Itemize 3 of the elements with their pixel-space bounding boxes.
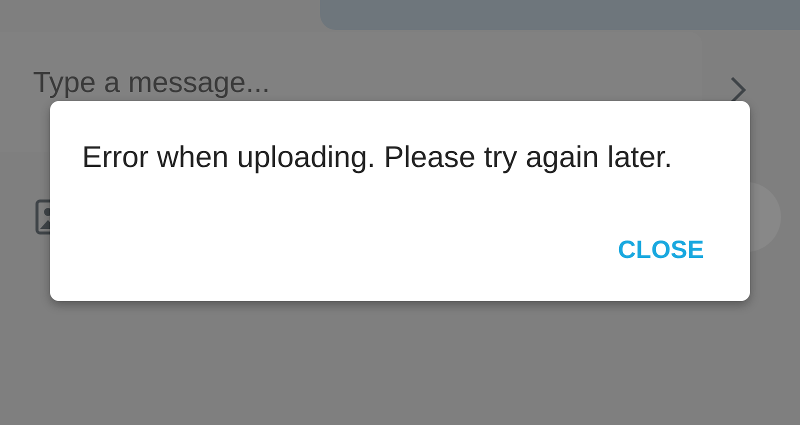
message-field[interactable]: Type a message... bbox=[33, 62, 633, 106]
close-button[interactable]: CLOSE bbox=[616, 232, 706, 269]
error-message: Error when uploading. Please try again later. bbox=[82, 140, 674, 176]
